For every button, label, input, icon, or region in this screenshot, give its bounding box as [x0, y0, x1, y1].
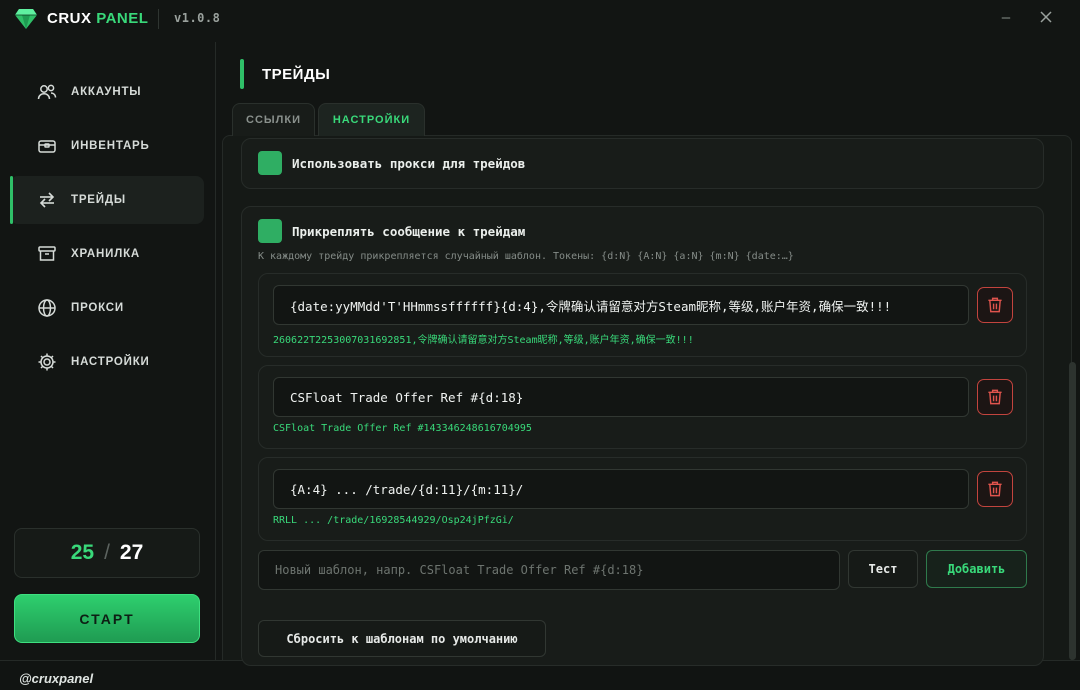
emerald-logo-icon: [15, 9, 37, 29]
title-bar: CRUX PANEL v1.0.8 –: [0, 0, 1080, 42]
app-version: v1.0.8: [174, 11, 221, 25]
proxy-option-label: Использовать прокси для трейдов: [292, 156, 526, 171]
inventory-icon: [38, 140, 56, 153]
new-template-input[interactable]: Новый шаблон, напр. CSFloat Trade Offer …: [258, 550, 840, 590]
sidebar-item-label: ХРАНИЛКА: [71, 248, 140, 260]
counter-total: 27: [119, 541, 144, 564]
proxy-checkbox[interactable]: [258, 151, 282, 175]
message-option-label: Прикреплять сообщение к трейдам: [292, 224, 526, 239]
app-brand: CRUX PANEL: [47, 10, 148, 27]
template-input[interactable]: CSFloat Trade Offer Ref #{d:18}: [273, 377, 969, 417]
tab-settings[interactable]: НАСТРОЙКИ: [318, 103, 425, 136]
trash-icon[interactable]: [977, 379, 1013, 415]
page-title: ТРЕЙДЫ: [262, 66, 331, 83]
close-icon[interactable]: [1038, 9, 1054, 25]
sidebar-item-label: АККАУНТЫ: [71, 86, 142, 98]
template-preview: RRLL ... /trade/16928544929/Osp24jPfzGi/: [273, 515, 514, 526]
template-card: CSFloat Trade Offer Ref #{d:18} CSFloat …: [258, 365, 1027, 449]
users-icon: [37, 84, 57, 100]
brand-crux: CRUX: [47, 10, 92, 27]
titlebar-divider: [158, 9, 159, 29]
archive-box-icon: [38, 246, 56, 261]
scrollbar[interactable]: [1069, 362, 1076, 660]
sidebar: АККАУНТЫ ИНВЕНТАРЬ ТРЕЙДЫ ХРАНИЛКА ПРОКС…: [0, 42, 216, 660]
footer-handle: @cruxpanel: [19, 671, 94, 686]
sidebar-item-inventory[interactable]: ИНВЕНТАРЬ: [10, 122, 204, 170]
template-input[interactable]: {A:4} ... /trade/{d:11}/{m:11}/: [273, 469, 969, 509]
template-card: {date:yyMMdd'T'HHmmssffffff}{d:4},令牌确认请留…: [258, 273, 1027, 357]
template-card: {A:4} ... /trade/{d:11}/{m:11}/ RRLL ...…: [258, 457, 1027, 541]
template-preview: 260622T2253007031692851,令牌确认请留意对方Steam昵称…: [273, 335, 694, 346]
sidebar-item-storage[interactable]: ХРАНИЛКА: [10, 230, 204, 278]
page-title-accent: [240, 59, 244, 89]
sidebar-item-proxy[interactable]: ПРОКСИ: [10, 284, 204, 332]
sidebar-item-label: ПРОКСИ: [71, 302, 124, 314]
brand-panel: PANEL: [96, 10, 149, 27]
start-button[interactable]: СТАРТ: [14, 594, 200, 643]
counter-separator: /: [104, 541, 110, 564]
add-template-button[interactable]: Добавить: [926, 550, 1027, 588]
sidebar-item-trades[interactable]: ТРЕЙДЫ: [10, 176, 204, 224]
trash-icon[interactable]: [977, 471, 1013, 507]
sidebar-item-settings[interactable]: НАСТРОЙКИ: [10, 338, 204, 386]
reset-templates-button[interactable]: Сбросить к шаблонам по умолчанию: [258, 620, 546, 657]
trash-icon[interactable]: [977, 287, 1013, 323]
template-input[interactable]: {date:yyMMdd'T'HHmmssffffff}{d:4},令牌确认请留…: [273, 285, 969, 325]
accounts-counter: 25 / 27: [14, 528, 200, 578]
gear-icon: [38, 353, 56, 371]
globe-icon: [38, 299, 56, 317]
sidebar-item-label: НАСТРОЙКИ: [71, 356, 150, 368]
sidebar-item-accounts[interactable]: АККАУНТЫ: [10, 68, 204, 116]
template-preview: CSFloat Trade Offer Ref #143346248616704…: [273, 423, 532, 434]
counter-current: 25: [70, 541, 95, 564]
sidebar-item-label: ИНВЕНТАРЬ: [71, 140, 150, 152]
tokens-hint: К каждому трейду прикрепляется случайный…: [258, 251, 794, 262]
test-button[interactable]: Тест: [848, 550, 918, 588]
trade-arrows-icon: [39, 192, 55, 208]
message-checkbox[interactable]: [258, 219, 282, 243]
minimize-button[interactable]: –: [998, 10, 1014, 26]
sidebar-item-label: ТРЕЙДЫ: [71, 194, 126, 206]
tab-links[interactable]: ССЫЛКИ: [232, 103, 315, 136]
